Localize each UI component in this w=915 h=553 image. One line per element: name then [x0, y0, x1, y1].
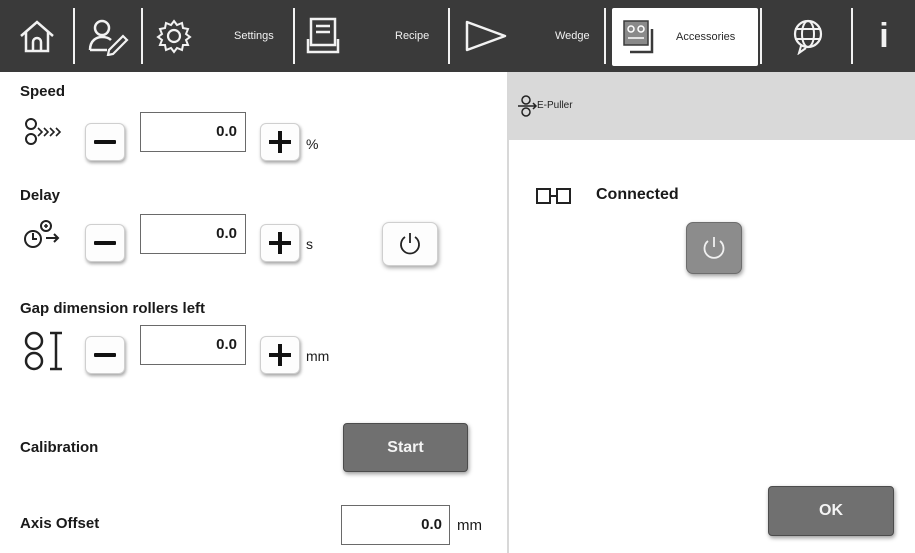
accessories-icon	[623, 20, 654, 54]
axis-offset-unit: mm	[457, 517, 482, 534]
language-button[interactable]	[766, 0, 850, 72]
user-edit-icon	[88, 19, 129, 56]
settings-button[interactable]	[148, 0, 200, 72]
connection-status: Connected	[596, 186, 679, 203]
speed-icon	[25, 118, 62, 145]
globe-icon	[793, 19, 823, 55]
calibration-title: Calibration	[20, 439, 99, 456]
wedge-icon	[465, 20, 507, 52]
recipe-icon	[306, 17, 340, 54]
calibration-start-button[interactable]: Start	[343, 423, 468, 472]
gap-rollers-icon	[24, 331, 62, 371]
delay-icon	[24, 220, 60, 248]
speed-increment-button[interactable]	[260, 123, 300, 161]
gap-decrement-button[interactable]	[85, 336, 125, 374]
speed-input[interactable]: 0.0	[140, 112, 246, 152]
axis-offset-input[interactable]: 0.0	[341, 505, 450, 545]
gap-unit: mm	[306, 348, 330, 364]
ok-button[interactable]: OK	[768, 486, 894, 536]
e-puller-power-button[interactable]	[686, 222, 742, 274]
e-puller-title: E-Puller	[537, 100, 573, 111]
wedge-button[interactable]	[455, 0, 517, 72]
delay-increment-button[interactable]	[260, 224, 300, 262]
gap-increment-button[interactable]	[260, 336, 300, 374]
user-edit-button[interactable]	[78, 0, 138, 72]
recipe-button[interactable]	[298, 0, 348, 72]
delay-title: Delay	[20, 187, 61, 204]
e-puller-panel: E-Puller Connected OK	[507, 72, 915, 553]
speed-decrement-button[interactable]	[85, 123, 125, 161]
axis-offset-title: Axis Offset	[20, 515, 100, 532]
info-button[interactable]: i	[856, 0, 912, 72]
gear-icon	[156, 19, 192, 54]
settings-label[interactable]: Settings	[234, 0, 274, 72]
delay-power-button[interactable]	[382, 222, 438, 266]
power-icon	[400, 233, 420, 255]
connected-icon	[536, 188, 571, 204]
delay-decrement-button[interactable]	[85, 224, 125, 262]
accessories-button[interactable]	[618, 8, 662, 66]
accessories-label[interactable]: Accessories	[676, 8, 735, 66]
power-icon	[703, 237, 725, 259]
wedge-label[interactable]: Wedge	[555, 0, 590, 72]
gap-input[interactable]: 0.0	[140, 325, 246, 365]
speed-title: Speed	[20, 83, 66, 100]
recipe-label[interactable]: Recipe	[395, 0, 429, 72]
delay-input[interactable]: 0.0	[140, 214, 246, 254]
e-puller-icon	[518, 95, 538, 117]
home-button[interactable]	[6, 0, 68, 72]
e-puller-header: E-Puller	[509, 72, 915, 140]
delay-unit: s	[306, 236, 313, 252]
info-icon: i	[879, 16, 889, 55]
accessories-tab-active[interactable]: Accessories	[612, 8, 758, 66]
gap-title: Gap dimension rollers left	[20, 300, 206, 317]
home-icon	[20, 20, 54, 53]
parameters-panel: Speed 0.0 % Delay 0.0 s Gap dimension ro…	[0, 72, 505, 553]
top-toolbar: Settings Recipe Wedge Accessories i	[0, 0, 915, 72]
speed-unit: %	[306, 136, 319, 152]
